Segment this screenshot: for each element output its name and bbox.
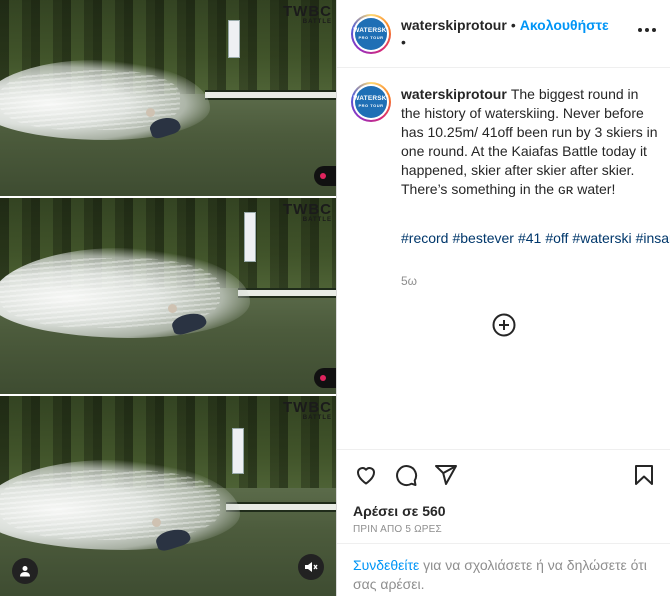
mute-button[interactable] xyxy=(298,554,324,580)
post-video[interactable]: TWBC BATTLE TWBC BATTLE TWBC BATTLE xyxy=(0,0,336,596)
hashtag-link[interactable]: #insane xyxy=(636,230,670,246)
caption-age[interactable]: 5ω xyxy=(401,274,417,288)
comment-button[interactable] xyxy=(393,462,419,488)
share-button[interactable] xyxy=(433,462,459,488)
action-bar xyxy=(337,449,670,504)
hashtag-link[interactable]: #record xyxy=(401,230,448,246)
caption-text: The biggest round in the history of wate… xyxy=(401,86,658,197)
event-banner xyxy=(244,212,256,262)
plus-circle-icon xyxy=(492,313,516,337)
watermark-logo: TWBC BATTLE xyxy=(283,201,332,223)
header-separator: • xyxy=(510,17,516,33)
waterski-logo: WATERSKI PRO TOUR xyxy=(353,86,389,118)
hashtag-link[interactable]: #41 xyxy=(518,230,541,246)
recording-indicator xyxy=(314,368,336,388)
like-button[interactable] xyxy=(353,462,379,488)
follow-button[interactable]: Ακολουθήστε xyxy=(520,17,609,33)
dock xyxy=(205,90,336,100)
caption: waterskiprotour The biggest round in the … xyxy=(401,85,659,199)
event-banner xyxy=(232,428,244,474)
tagged-users-button[interactable] xyxy=(12,558,38,584)
bookmark-icon xyxy=(635,465,653,485)
more-options-button[interactable] xyxy=(638,28,656,32)
caption-username[interactable]: waterskiprotour xyxy=(401,86,507,102)
video-frame-2: TWBC BATTLE xyxy=(0,198,336,394)
watermark-logo: TWBC BATTLE xyxy=(283,3,332,25)
event-banner xyxy=(228,20,240,58)
speaker-muted-icon xyxy=(305,562,318,572)
save-button[interactable] xyxy=(631,462,657,488)
header-separator-2: • xyxy=(401,34,406,50)
post-details-panel: WATERSKI PRO TOUR waterskiprotour • Ακολουθ… xyxy=(336,0,670,596)
dock xyxy=(238,288,336,298)
login-link[interactable]: Συνδεθείτε xyxy=(353,557,419,573)
hashtag-link[interactable]: #waterski xyxy=(572,230,631,246)
post-header: WATERSKI PRO TOUR waterskiprotour • Ακολουθ… xyxy=(337,0,670,68)
caption-avatar[interactable]: WATERSKI PRO TOUR xyxy=(351,82,391,122)
hashtag-link[interactable]: #bestever xyxy=(452,230,513,246)
waterski-logo: WATERSKI PRO TOUR xyxy=(353,18,389,50)
paper-plane-icon xyxy=(435,465,457,485)
recording-indicator xyxy=(314,166,336,186)
more-horizontal-icon xyxy=(638,28,642,32)
watermark-logo: TWBC BATTLE xyxy=(283,399,332,421)
avatar[interactable]: WATERSKI PRO TOUR xyxy=(351,14,391,54)
video-frame-3: TWBC BATTLE xyxy=(0,396,336,596)
user-tag-icon xyxy=(20,566,30,577)
login-prompt: Συνδεθείτε για να σχολιάσετε ή να δηλώσε… xyxy=(337,543,670,594)
hashtag-link[interactable]: #off xyxy=(545,230,568,246)
header-username[interactable]: waterskiprotour xyxy=(401,17,507,33)
video-frame-1: TWBC BATTLE xyxy=(0,0,336,196)
heart-icon xyxy=(357,467,375,485)
comment-icon xyxy=(396,465,418,487)
load-more-comments-button[interactable] xyxy=(492,313,516,337)
likes-count[interactable]: Αρέσει σε 560 xyxy=(353,503,446,519)
dock xyxy=(226,502,336,512)
hashtags: #record#bestever #41#off#waterski #insane xyxy=(401,229,670,248)
post-timestamp[interactable]: ΠΡΙΝ ΑΠΟ 5 ΩΡΕΣ xyxy=(353,524,442,535)
